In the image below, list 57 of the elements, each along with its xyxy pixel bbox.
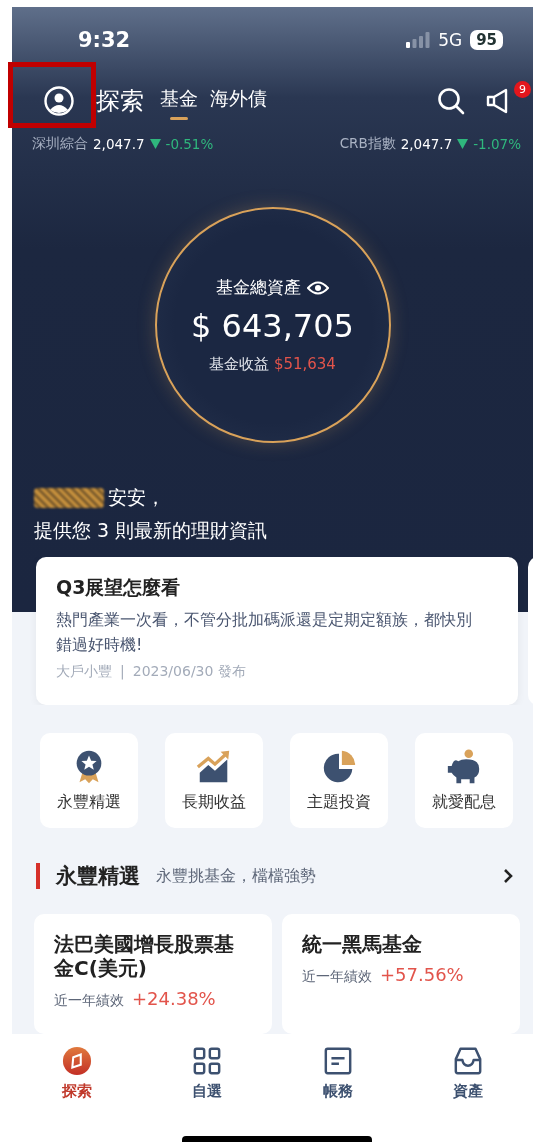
greeting-text: 安安， [108,485,165,510]
fund-card[interactable]: 法巴美國增長股票基金C(美元) 近一年績效 +24.38% [34,914,272,1034]
fund-return: +57.56% [380,964,464,985]
search-icon [437,87,465,115]
bottom-tab[interactable]: 探索 [12,1046,143,1101]
shortcut-tile[interactable]: 就愛配息 [415,733,513,828]
meta-divider: | [120,663,125,681]
index-change: -1.07% [473,136,521,152]
news-body: 熱門產業一次看，不管分批加碼派還是定期定額族，都快別錯過好時機! [56,609,473,656]
signal-icon [406,32,431,48]
fund-name: 法巴美國增長股票基金C(美元) [54,932,235,980]
news-card[interactable]: Q3展望怎麼看 熱門產業一次看，不管分批加碼派還是定期定額族，都快別錯過好時機! 大戶小豐 | 2023/06/30 發布 [36,557,518,705]
network-label: 5G [438,30,463,50]
document-icon [322,1046,353,1076]
bottom-tab[interactable]: 帳務 [272,1046,403,1101]
redacted-name [34,487,104,508]
shortcut-tile[interactable]: 長期收益 [165,733,263,828]
inbox-icon [452,1046,483,1076]
index-value: 2,047.7 [400,136,453,152]
grid-icon [192,1046,223,1076]
section-title: 永豐精選 [56,863,140,890]
fund-metric-label: 近一年績效 [302,968,372,986]
asset-total: $ 643,705 [191,307,354,345]
bottom-tab[interactable]: 自選 [142,1046,273,1101]
profile-button[interactable] [44,86,74,116]
section-subtitle: 永豐挑基金，檔檔強勢 [156,865,316,887]
notification-badge: 9 [514,81,531,98]
index-name: 深圳綜合 [32,135,88,153]
battery-level: 95 [470,30,503,50]
down-triangle-icon [457,139,469,149]
chevron-right-icon [503,868,513,884]
index-value: 2,047.7 [93,136,145,152]
shortcut-tile[interactable]: 主題投資 [290,733,388,828]
profit-line: 基金收益 $51,634 [209,355,336,374]
index-change: -0.51% [165,136,214,152]
index-name: CRB指數 [339,135,396,153]
news-date: 2023/06/30 發布 [132,663,246,681]
news-source: 大戶小豐 [56,663,112,681]
fund-metric-label: 近一年績效 [54,992,124,1010]
news-title: Q3展望怎麼看 [56,575,182,600]
asset-label: 基金總資產 [216,276,301,299]
search-button[interactable] [437,87,465,115]
page-title: 探索 [96,86,144,117]
nav-tab[interactable]: 基金 [156,82,202,120]
user-avatar-icon [44,86,74,116]
eye-icon[interactable] [307,280,329,295]
fund-card[interactable]: 統一黑馬基金 近一年績效 +57.56% [282,914,520,1034]
down-triangle-icon [149,139,161,149]
nav-tab[interactable]: 海外債 [206,82,271,120]
bottom-tab[interactable]: 資產 [402,1046,533,1101]
greeting-message: 提供您 3 則最新的理財資訊 [34,518,269,543]
compass-icon [62,1046,93,1076]
fund-name: 統一黑馬基金 [302,932,423,956]
fund-return: +24.38% [132,988,216,1009]
more-button[interactable] [503,868,513,884]
status-time: 9:32 [78,28,131,52]
shortcut-tile[interactable]: 永豐精選 [40,733,138,828]
